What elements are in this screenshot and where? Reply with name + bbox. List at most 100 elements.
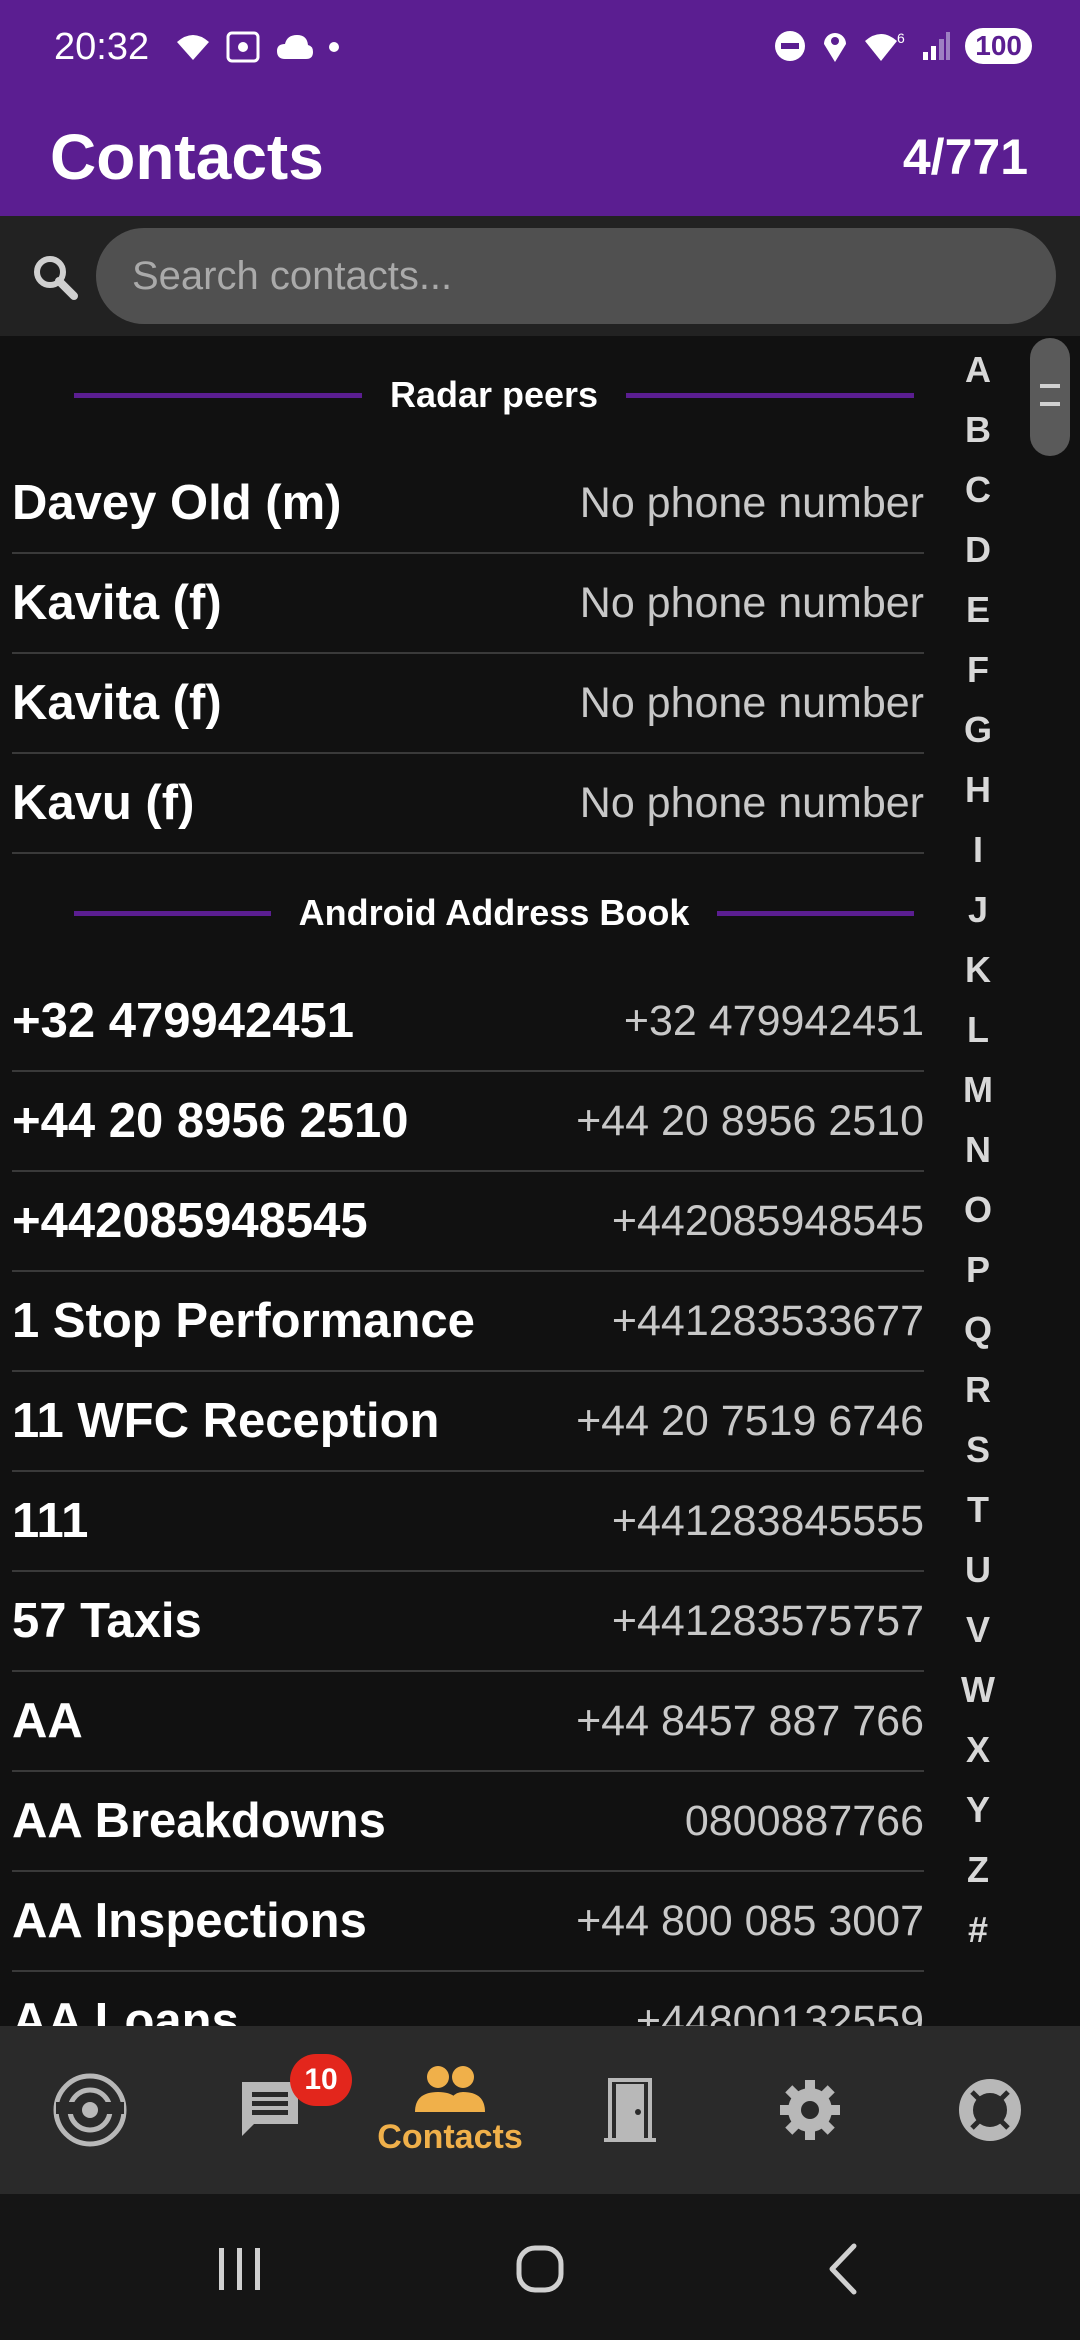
notification-dot <box>329 42 339 52</box>
list-item[interactable]: +32 479942451 +32 479942451 <box>12 972 924 1072</box>
divider <box>717 910 915 916</box>
alphabet-index[interactable]: A B C D E F G H I J K L M N O P Q R S T U V W X Y Z # <box>952 340 1004 1960</box>
list-item[interactable]: 1 Stop Performance +441283533677 <box>12 1272 924 1372</box>
contact-name: AA Loans <box>12 1994 239 2026</box>
list-item[interactable]: 111 +441283845555 <box>12 1472 924 1572</box>
search-bar <box>0 216 1080 336</box>
contact-phone: No phone number <box>579 578 924 627</box>
alphabet-letter[interactable]: R <box>952 1360 1004 1420</box>
contact-phone: +44 8457 887 766 <box>576 1696 924 1745</box>
alphabet-letter[interactable]: P <box>952 1240 1004 1300</box>
alphabet-letter[interactable]: T <box>952 1480 1004 1540</box>
alphabet-letter[interactable]: K <box>952 940 1004 1000</box>
search-icon[interactable] <box>30 252 80 302</box>
contact-name: Kavita (f) <box>12 576 222 630</box>
alphabet-letter[interactable]: V <box>952 1600 1004 1660</box>
location-icon <box>824 33 847 62</box>
alphabet-letter[interactable]: A <box>952 340 1004 400</box>
wifi-icon <box>177 35 209 60</box>
contact-name: 1 Stop Performance <box>12 1294 475 1348</box>
alphabet-letter[interactable]: H <box>952 760 1004 820</box>
contact-name: Kavu (f) <box>12 776 195 830</box>
list-item[interactable]: Kavu (f) No phone number <box>12 754 924 854</box>
list-item[interactable]: Kavita (f) No phone number <box>12 554 924 654</box>
wifi-6-icon: 6 <box>865 30 905 61</box>
recents-icon[interactable] <box>205 2234 275 2304</box>
list-item[interactable]: AA Inspections +44 800 085 3007 <box>12 1872 924 1972</box>
alphabet-letter[interactable]: S <box>952 1420 1004 1480</box>
svg-text:6: 6 <box>897 30 905 46</box>
alphabet-letter[interactable]: F <box>952 640 1004 700</box>
back-icon[interactable] <box>810 2234 880 2304</box>
alphabet-letter[interactable]: M <box>952 1060 1004 1120</box>
alphabet-letter[interactable]: Q <box>952 1300 1004 1360</box>
list-item[interactable]: 57 Taxis +441283575757 <box>12 1572 924 1672</box>
contact-name: AA Breakdowns <box>12 1794 386 1848</box>
list-item[interactable]: Kavita (f) No phone number <box>12 654 924 754</box>
alphabet-letter[interactable]: # <box>952 1900 1004 1960</box>
alphabet-letter[interactable]: I <box>952 820 1004 880</box>
app-bar: Contacts 4/771 <box>0 100 1080 216</box>
contact-phone: No phone number <box>579 678 924 727</box>
contact-phone: +44 800 085 3007 <box>576 1896 924 1945</box>
contact-phone: No phone number <box>579 478 924 527</box>
alphabet-letter[interactable]: G <box>952 700 1004 760</box>
scrollbar-thumb[interactable] <box>1030 338 1070 456</box>
alphabet-letter[interactable]: Z <box>952 1840 1004 1900</box>
list-item[interactable]: AA Breakdowns 0800887766 <box>12 1772 924 1872</box>
alphabet-letter[interactable]: U <box>952 1540 1004 1600</box>
alphabet-letter[interactable]: C <box>952 460 1004 520</box>
signal-icon <box>923 32 951 60</box>
divider <box>74 392 362 398</box>
messages-badge: 10 <box>290 2054 352 2106</box>
cloud-icon <box>277 35 313 59</box>
contact-phone: +44800132559 <box>635 1996 924 2027</box>
nav-contacts[interactable]: Contacts <box>360 2026 540 2194</box>
alphabet-letter[interactable]: W <box>952 1660 1004 1720</box>
list-item[interactable]: +44 20 8956 2510 +44 20 8956 2510 <box>12 1072 924 1172</box>
settings-icon <box>780 2080 840 2140</box>
list-item[interactable]: +442085948545 +442085948545 <box>12 1172 924 1272</box>
alphabet-letter[interactable]: B <box>952 400 1004 460</box>
alphabet-letter[interactable]: O <box>952 1180 1004 1240</box>
alphabet-letter[interactable]: Y <box>952 1780 1004 1840</box>
contact-phone: +44 20 7519 6746 <box>576 1396 924 1445</box>
contact-list[interactable]: Radar peers Davey Old (m) No phone number… <box>0 336 940 2026</box>
nav-help[interactable] <box>900 2026 1080 2194</box>
divider <box>626 392 915 398</box>
section-header-radar: Radar peers <box>0 336 940 454</box>
section-header-android: Android Address Book <box>0 854 940 972</box>
nav-radar[interactable] <box>0 2026 180 2194</box>
bottom-nav: 10 Contacts <box>0 2026 1080 2194</box>
alphabet-letter[interactable]: L <box>952 1000 1004 1060</box>
list-item[interactable]: AA +44 8457 887 766 <box>12 1672 924 1772</box>
list-item[interactable]: 11 WFC Reception +44 20 7519 6746 <box>12 1372 924 1472</box>
list-item[interactable]: Davey Old (m) No phone number <box>12 454 924 554</box>
nav-settings[interactable] <box>720 2026 900 2194</box>
contact-phone: +44 20 8956 2510 <box>576 1096 924 1145</box>
home-icon[interactable] <box>505 2234 575 2304</box>
search-input[interactable] <box>96 228 1056 324</box>
contact-phone: +441283575757 <box>611 1596 924 1645</box>
section-label: Radar peers <box>389 374 599 415</box>
contact-phone: +441283533677 <box>611 1296 924 1345</box>
contact-name: Kavita (f) <box>12 676 222 730</box>
alphabet-letter[interactable]: E <box>952 580 1004 640</box>
alphabet-letter[interactable]: D <box>952 520 1004 580</box>
system-nav-bar <box>0 2194 1080 2340</box>
contact-name: 111 <box>12 1494 89 1548</box>
radar-icon <box>53 2073 127 2147</box>
status-time: 20:32 <box>54 26 150 68</box>
list-item[interactable]: AA Loans +44800132559 <box>12 1972 924 2026</box>
alphabet-letter[interactable]: X <box>952 1720 1004 1780</box>
contact-count: 4/771 <box>902 129 1028 185</box>
nav-door[interactable] <box>540 2026 720 2194</box>
alphabet-letter[interactable]: J <box>952 880 1004 940</box>
contact-phone: +442085948545 <box>611 1196 924 1245</box>
alphabet-letter[interactable]: N <box>952 1120 1004 1180</box>
contact-phone: +441283845555 <box>611 1496 924 1545</box>
page-title: Contacts <box>50 121 324 193</box>
contact-phone: 0800887766 <box>684 1796 924 1845</box>
contact-name: AA Inspections <box>12 1894 367 1948</box>
nav-messages[interactable]: 10 <box>180 2026 360 2194</box>
